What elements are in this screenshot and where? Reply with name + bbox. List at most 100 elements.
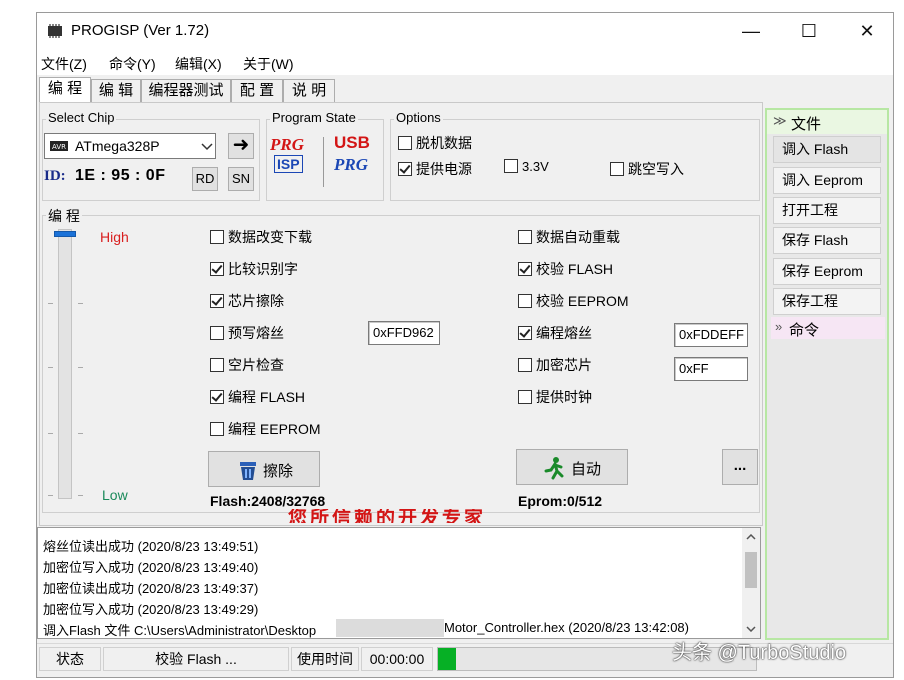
chip-erase-checkbox[interactable]: 芯片擦除 (210, 291, 284, 309)
checkbox-box[interactable] (518, 294, 532, 308)
log-panel[interactable]: 熔丝位读出成功 (2020/8/23 13:49:51) 加密位写入成功 (20… (37, 527, 761, 639)
arrow-button[interactable]: ➜ (228, 133, 254, 159)
checkbox-box[interactable] (610, 162, 624, 176)
command-section-header[interactable]: » 命令 (771, 317, 885, 339)
sn-button[interactable]: SN (228, 167, 254, 191)
skip-empty-checkbox[interactable]: 跳空写入 (610, 159, 684, 177)
chip-select[interactable]: AVR ATmega328P (44, 133, 216, 159)
tab-help[interactable]: 说 明 (283, 79, 335, 103)
auto-button[interactable]: 自动 (516, 449, 628, 485)
sidebar-save-eeprom[interactable]: 保存 Eeprom (773, 258, 881, 285)
window-title: PROGISP (Ver 1.72) (71, 22, 210, 39)
running-man-icon (544, 457, 564, 480)
tab-programmer-test[interactable]: 编程器测试 (141, 79, 231, 103)
tab-config[interactable]: 配 置 (231, 79, 283, 103)
auto-reload-checkbox[interactable]: 数据自动重载 (518, 227, 620, 245)
chip-icon: AVR (50, 141, 68, 151)
checkbox-box[interactable] (518, 390, 532, 404)
checkbox-box[interactable] (518, 358, 532, 372)
checkbox-box[interactable] (210, 230, 224, 244)
program-flash-checkbox[interactable]: 编程 FLASH (210, 387, 305, 405)
fuse-value[interactable]: 0xFDDEFF (674, 323, 748, 347)
sidebar-save-project[interactable]: 保存工程 (773, 288, 881, 315)
chevron-down-double-icon: ≫ (773, 113, 787, 128)
rd-button[interactable]: RD (192, 167, 218, 191)
checkbox-box[interactable] (210, 294, 224, 308)
program-fuse-label: 编程熔丝 (536, 325, 592, 341)
checkbox-box[interactable] (398, 136, 412, 150)
prewrite-fuse-label: 预写熔丝 (228, 325, 284, 341)
log-line: 熔丝位读出成功 (2020/8/23 13:49:51) (43, 539, 259, 554)
status-time-value: 00:00:00 (361, 647, 433, 671)
tab-strip: 编 程 编 辑 编程器测试 配 置 说 明 (37, 77, 337, 103)
blank-check-checkbox[interactable]: 空片检查 (210, 355, 284, 373)
supply-power-checkbox[interactable]: 提供电源 (398, 159, 472, 177)
program-panel: Select Chip AVR ATmega328P ➜ ID: 1E : 95… (39, 102, 763, 526)
command-section-label: 命令 (789, 322, 820, 339)
menu-file[interactable]: 文件(Z) (41, 54, 87, 74)
lock-value[interactable]: 0xFF (674, 357, 748, 381)
file-section-header[interactable]: ≫ 文件 (767, 110, 887, 134)
sidebar-open-project[interactable]: 打开工程 (773, 197, 881, 224)
minimize-button[interactable]: — (723, 13, 779, 51)
tab-edit[interactable]: 编 辑 (91, 79, 141, 103)
usb-indicator: USB (334, 133, 370, 152)
offline-data-checkbox[interactable]: 脱机数据 (398, 133, 472, 151)
erase-button[interactable]: 擦除 (208, 451, 320, 487)
scroll-thumb[interactable] (745, 552, 757, 588)
checkbox-box[interactable] (210, 358, 224, 372)
program-state-label: Program State (270, 110, 358, 125)
chip-select-value: ATmega328P (75, 138, 160, 154)
prewrite-fuse-value[interactable]: 0xFFD962 (368, 321, 440, 345)
checkbox-box[interactable] (518, 326, 532, 340)
level-slider-thumb[interactable] (54, 231, 76, 237)
checkbox-box[interactable] (518, 230, 532, 244)
close-button[interactable]: ✕ (839, 13, 893, 51)
level-low-label: Low (102, 487, 128, 503)
lock-chip-label: 加密芯片 (536, 357, 592, 373)
program-eeprom-checkbox[interactable]: 编程 EEPROM (210, 419, 321, 437)
sidebar-load-eeprom[interactable]: 调入 Eeprom (773, 167, 881, 194)
prg-usb-indicator: PRG (334, 155, 368, 174)
v33-checkbox[interactable]: 3.3V (504, 159, 549, 177)
progress-fill (438, 648, 456, 670)
checkbox-box[interactable] (210, 326, 224, 340)
more-options-button[interactable]: ... (722, 449, 758, 485)
log-scrollbar[interactable] (742, 528, 760, 638)
download-on-change-checkbox[interactable]: 数据改变下载 (210, 227, 312, 245)
sidebar-load-flash[interactable]: 调入 Flash (773, 136, 881, 163)
program-fuse-checkbox[interactable]: 编程熔丝 (518, 323, 592, 341)
tab-program[interactable]: 编 程 (39, 77, 91, 103)
menu-command[interactable]: 命令(Y) (109, 54, 156, 74)
scroll-down-icon[interactable] (746, 626, 756, 632)
checkbox-box[interactable] (518, 262, 532, 276)
provide-clock-checkbox[interactable]: 提供时钟 (518, 387, 592, 405)
compare-signature-checkbox[interactable]: 比较识别字 (210, 259, 298, 277)
lock-chip-checkbox[interactable]: 加密芯片 (518, 355, 592, 373)
checkbox-box[interactable] (210, 422, 224, 436)
slogan-text: 您所信赖的开发专家 (288, 509, 487, 523)
isp-indicator: ISP (274, 155, 303, 173)
level-slider-track[interactable] (58, 229, 72, 499)
scroll-up-icon[interactable] (746, 534, 756, 540)
log-line-tail: Motor_Controller.hex (2020/8/23 13:42:08… (444, 620, 689, 635)
sidebar-save-flash[interactable]: 保存 Flash (773, 227, 881, 254)
checkbox-box[interactable] (398, 162, 412, 176)
menu-about[interactable]: 关于(W) (243, 54, 294, 74)
verify-flash-label: 校验 FLASH (536, 261, 614, 277)
file-section-label: 文件 (791, 116, 822, 133)
status-verify: 校验 Flash ... (103, 647, 289, 671)
checkbox-box[interactable] (504, 159, 518, 173)
maximize-button[interactable]: ☐ (781, 13, 837, 51)
verify-flash-checkbox[interactable]: 校验 FLASH (518, 259, 613, 277)
verify-eeprom-checkbox[interactable]: 校验 EEPROM (518, 291, 629, 309)
status-time-label: 使用时间 (291, 647, 359, 671)
chip-erase-label: 芯片擦除 (228, 293, 284, 309)
checkbox-box[interactable] (210, 390, 224, 404)
erase-label: 擦除 (263, 463, 294, 480)
prewrite-fuse-checkbox[interactable]: 预写熔丝 (210, 323, 284, 341)
progisp-window: PROGISP (Ver 1.72) — ☐ ✕ 文件(Z) 命令(Y) 编辑(… (36, 12, 894, 678)
checkbox-box[interactable] (210, 262, 224, 276)
flash-usage: Flash:2408/32768 (210, 493, 326, 509)
menu-edit[interactable]: 编辑(X) (175, 54, 222, 74)
